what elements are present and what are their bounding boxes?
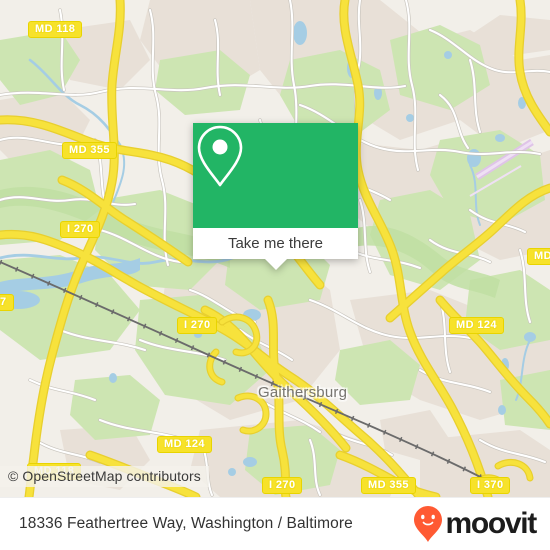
moovit-wordmark: moovit xyxy=(445,507,537,540)
shield-i-270-bottom[interactable]: I 270 xyxy=(262,477,303,494)
shield-i-370-bottom[interactable]: I 370 xyxy=(470,477,511,494)
shield-md-124-bottom[interactable]: MD 124 xyxy=(157,436,212,453)
place-label-gaithersburg: Gaithersburg xyxy=(258,384,348,401)
map-canvas[interactable]: Gaithersburg MD 118 MD 355 I 270 MD 7 I … xyxy=(0,0,550,497)
map-pin-icon xyxy=(197,125,243,187)
shield-left-edge[interactable]: 7 xyxy=(0,294,14,311)
shield-md-118-top[interactable]: MD 118 xyxy=(28,21,83,38)
footer-bar: 18336 Feathertree Way, Washington / Balt… xyxy=(0,497,550,550)
map-screen: Gaithersburg MD 118 MD 355 I 270 MD 7 I … xyxy=(0,0,550,550)
popup-body xyxy=(193,123,358,228)
moovit-logo[interactable]: moovit xyxy=(413,505,537,543)
shield-i-270-left[interactable]: I 270 xyxy=(60,221,101,238)
shield-md-355-left[interactable]: MD 355 xyxy=(62,142,117,159)
shield-i-270-center[interactable]: I 270 xyxy=(177,317,218,334)
moovit-pin-icon xyxy=(414,506,443,542)
take-me-there-button[interactable]: Take me there xyxy=(193,228,358,259)
shield-md-355-bottom[interactable]: MD 355 xyxy=(361,477,416,494)
address-label: 18336 Feathertree Way, Washington / Balt… xyxy=(19,515,353,532)
shield-md-right-edge[interactable]: MD xyxy=(527,248,550,265)
popup-tail xyxy=(264,259,287,270)
osm-attribution[interactable]: © OpenStreetMap contributors xyxy=(0,466,209,487)
shield-md-124-right[interactable]: MD 124 xyxy=(449,317,504,334)
location-popup[interactable]: Take me there xyxy=(193,123,358,270)
